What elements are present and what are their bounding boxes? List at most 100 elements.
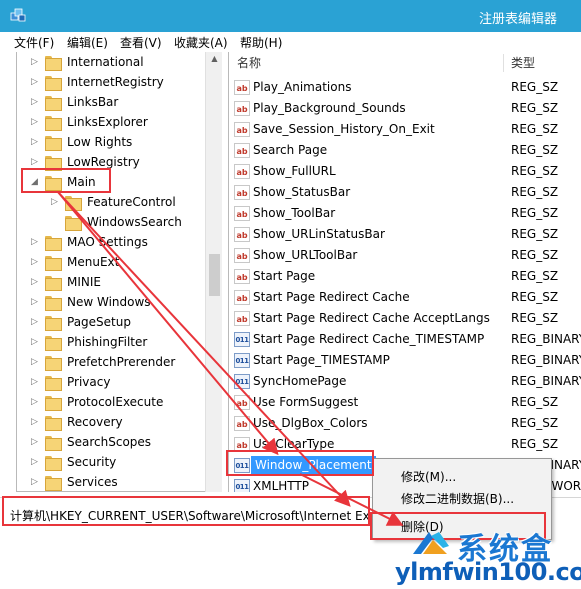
column-divider[interactable]: [503, 54, 504, 72]
folder-icon: [45, 236, 62, 251]
expand-arrow-icon[interactable]: ▷: [31, 92, 41, 112]
value-type: REG_SZ: [511, 395, 559, 409]
expand-arrow-icon[interactable]: ▷: [51, 192, 61, 212]
tree-item[interactable]: ▷ MINIE: [17, 272, 221, 292]
tree-item[interactable]: ▷ ProtocolExecute: [17, 392, 221, 412]
value-row[interactable]: 011 SyncHomePage REG_BINARY: [229, 371, 581, 392]
tree-item[interactable]: ▷ LinksBar: [17, 92, 221, 112]
tree-item[interactable]: WindowsSearch: [17, 212, 221, 232]
window-title: 注册表编辑器: [478, 12, 557, 27]
tree-item[interactable]: ▷ Security: [17, 452, 221, 472]
tree-item-label: PhishingFilter: [67, 335, 148, 349]
tree-item[interactable]: ▷ PhishingFilter: [17, 332, 221, 352]
tree-item-label: Security: [67, 455, 117, 469]
context-modify-binary[interactable]: 修改二进制数据(B)...: [401, 490, 514, 507]
expand-arrow-icon[interactable]: ▷: [31, 372, 41, 392]
tree-item[interactable]: ▷ Privacy: [17, 372, 221, 392]
watermark: 系统盒 ylmfwin100.com: [395, 520, 581, 589]
value-name: Use_DlgBox_Colors: [253, 416, 368, 430]
value-row[interactable]: ab Play_Animations REG_SZ: [229, 77, 581, 98]
scroll-thumb[interactable]: [209, 254, 220, 296]
tree-item[interactable]: ▷ SearchScopes: [17, 432, 221, 452]
value-row[interactable]: ab Search Page REG_SZ: [229, 140, 581, 161]
value-type: REG_SZ: [511, 101, 559, 115]
expand-arrow-icon[interactable]: ▷: [31, 252, 41, 272]
folder-icon: [45, 376, 62, 391]
menu-help[interactable]: 帮助(H): [240, 34, 282, 51]
binary-value-icon: 011: [234, 479, 250, 492]
expand-arrow-icon[interactable]: ▷: [31, 292, 41, 312]
expand-arrow-icon[interactable]: ▷: [31, 432, 41, 452]
folder-icon: [65, 196, 82, 211]
value-row[interactable]: ab Show_StatusBar REG_SZ: [229, 182, 581, 203]
expand-arrow-icon[interactable]: ▷: [31, 332, 41, 352]
expand-arrow-icon[interactable]: ▷: [31, 452, 41, 472]
folder-icon: [45, 116, 62, 131]
expand-arrow-icon[interactable]: ▷: [31, 72, 41, 92]
expand-arrow-icon[interactable]: ▷: [31, 112, 41, 132]
key-tree[interactable]: ▷ International ▷ InternetRegistry ▷ LinksBar…: [16, 52, 222, 492]
tree-item[interactable]: ▷ Services: [17, 472, 221, 491]
regedit-app-icon: [10, 8, 26, 22]
value-row[interactable]: ab Save_Session_History_On_Exit REG_SZ: [229, 119, 581, 140]
value-row[interactable]: ab Start Page REG_SZ: [229, 266, 581, 287]
value-type: REG_SZ: [511, 311, 559, 325]
tree-item[interactable]: ▷ PageSetup: [17, 312, 221, 332]
value-row[interactable]: 011 Start Page_TIMESTAMP REG_BINARY: [229, 350, 581, 371]
menu-view[interactable]: 查看(V): [120, 34, 162, 51]
value-type: REG_BINARY: [511, 374, 581, 388]
value-list[interactable]: 名称 类型 ab Play_Animations REG_SZ ab Play_Back…: [228, 52, 581, 492]
expand-arrow-icon[interactable]: ▷: [31, 132, 41, 152]
expand-arrow-icon[interactable]: ▷: [31, 52, 41, 72]
scroll-up-arrow-icon[interactable]: ▲: [206, 54, 223, 66]
value-name: Start Page Redirect Cache: [253, 290, 410, 304]
tree-item[interactable]: ▷ MenuExt: [17, 252, 221, 272]
column-header-type[interactable]: 类型: [511, 52, 535, 74]
menu-file[interactable]: 文件(F): [14, 34, 54, 51]
expand-arrow-icon[interactable]: ▷: [31, 312, 41, 332]
expand-arrow-icon[interactable]: ▷: [31, 352, 41, 372]
expand-arrow-icon[interactable]: ▷: [31, 472, 41, 491]
column-header-name[interactable]: 名称: [237, 52, 261, 74]
value-row[interactable]: ab Start Page Redirect Cache REG_SZ: [229, 287, 581, 308]
value-row[interactable]: ab Show_URLinStatusBar REG_SZ: [229, 224, 581, 245]
expand-arrow-icon[interactable]: ▷: [31, 272, 41, 292]
value-name: Play_Animations: [253, 80, 352, 94]
tree-item[interactable]: ▷ InternetRegistry: [17, 72, 221, 92]
value-row[interactable]: ab Show_FullURL REG_SZ: [229, 161, 581, 182]
tree-item[interactable]: ▷ Recovery: [17, 412, 221, 432]
menu-edit[interactable]: 编辑(E): [67, 34, 108, 51]
tree-item[interactable]: ▷ FeatureControl: [17, 192, 221, 212]
value-row[interactable]: 011 Start Page Redirect Cache_TIMESTAMP RE…: [229, 329, 581, 350]
value-row[interactable]: ab Show_URLToolBar REG_SZ: [229, 245, 581, 266]
annotation-box-main: [21, 168, 111, 193]
menu-bar: 文件(F) 编辑(E) 查看(V) 收藏夹(A) 帮助(H): [0, 32, 581, 52]
folder-icon: [45, 256, 62, 271]
value-row[interactable]: ab Start Page Redirect Cache AcceptLangs R…: [229, 308, 581, 329]
tree-item-label: MenuExt: [67, 255, 120, 269]
string-value-icon: ab: [234, 311, 250, 326]
folder-icon: [45, 336, 62, 351]
value-row[interactable]: ab Show_ToolBar REG_SZ: [229, 203, 581, 224]
value-row[interactable]: ab Use_DlgBox_Colors REG_SZ: [229, 413, 581, 434]
context-modify[interactable]: 修改(M)...: [401, 468, 456, 485]
tree-item[interactable]: ▷ Low Rights: [17, 132, 221, 152]
tree-item-label: Privacy: [67, 375, 111, 389]
tree-item[interactable]: ▷ International: [17, 52, 221, 72]
tree-item[interactable]: ▷ New Windows: [17, 292, 221, 312]
expand-arrow-icon[interactable]: ▷: [31, 392, 41, 412]
string-value-icon: ab: [234, 164, 250, 179]
expand-arrow-icon[interactable]: ▷: [31, 232, 41, 252]
value-row[interactable]: ab Play_Background_Sounds REG_SZ: [229, 98, 581, 119]
menu-favorites[interactable]: 收藏夹(A): [174, 34, 228, 51]
tree-item[interactable]: ▷ MAO Settings: [17, 232, 221, 252]
folder-icon: [45, 396, 62, 411]
tree-item[interactable]: ▷ PrefetchPrerender: [17, 352, 221, 372]
value-row[interactable]: ab Use FormSuggest REG_SZ: [229, 392, 581, 413]
tree-scrollbar[interactable]: ▲: [205, 52, 222, 492]
tree-item-label: MINIE: [67, 275, 101, 289]
folder-icon: [45, 416, 62, 431]
expand-arrow-icon[interactable]: ▷: [31, 412, 41, 432]
value-name: XMLHTTP: [253, 479, 309, 492]
tree-item[interactable]: ▷ LinksExplorer: [17, 112, 221, 132]
